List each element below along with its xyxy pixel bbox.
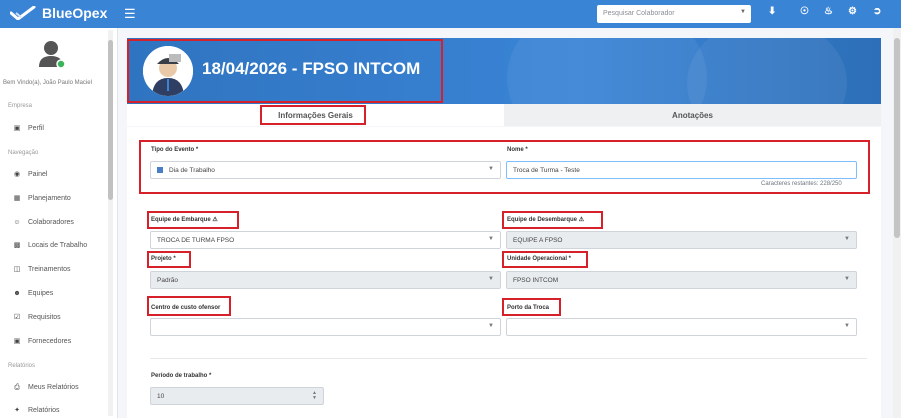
- periodo-stepper[interactable]: 10 ▲ ▼: [150, 387, 324, 405]
- section-navegacao: Navegação: [8, 150, 39, 156]
- sidebar-item-painel[interactable]: ◉ Painel: [13, 171, 48, 178]
- highlight-porto: [502, 298, 561, 316]
- chevron-down-icon: ▼: [844, 276, 850, 282]
- app-name: BlueOpex: [42, 5, 108, 21]
- headset-icon[interactable]: ☉: [800, 6, 809, 17]
- sidebar-item-label: Fornecedores: [28, 338, 72, 345]
- chevron-down-icon: ▼: [488, 323, 494, 329]
- chevron-down-icon: ▼: [488, 236, 494, 242]
- section-relatorios: Relatórios: [8, 363, 36, 369]
- tab-anotacoes[interactable]: Anotações: [504, 104, 881, 126]
- sidebar-item-label: Locais de Trabalho: [28, 242, 88, 249]
- sidebar-item-label: Meus Relatórios: [28, 384, 79, 391]
- sidebar-item-colaboradores[interactable]: ☺ Colaboradores: [13, 219, 74, 226]
- top-navbar: BlueOpex ☰ Pesquisar Colaborador ▼ ⬇ ☉ ♨…: [0, 0, 901, 28]
- chevron-down-icon: ▼: [488, 276, 494, 282]
- download-icon[interactable]: ⬇: [768, 6, 776, 17]
- highlight-banner: [127, 39, 443, 103]
- sidebar-item-label: Relatórios: [28, 407, 60, 414]
- sidebar-item-fornecedores[interactable]: ▣ Fornecedores: [13, 338, 72, 345]
- chevron-down-icon: ▼: [844, 236, 850, 242]
- section-empresa: Empresa: [8, 103, 33, 109]
- sidebar-scrollbar-thumb[interactable]: [108, 40, 113, 200]
- centro-custo-select[interactable]: ▼: [150, 318, 501, 336]
- chevron-down-icon: ▼: [740, 9, 746, 15]
- briefcase-icon: ▣: [13, 338, 21, 345]
- sidebar-item-planejamento[interactable]: ▦ Planejamento: [13, 195, 71, 202]
- printer-icon: ⎙: [14, 384, 20, 391]
- main-content: 18/04/2026 - FPSO INTCOM Informações Ger…: [118, 28, 893, 418]
- highlight-event-row: [139, 140, 870, 194]
- label-periodo: Período de trabalho *: [151, 373, 212, 379]
- checkbox-icon: ☑: [13, 314, 21, 321]
- highlight-tab: [260, 105, 366, 125]
- highlight-centro-custo: [147, 296, 231, 316]
- highlight-projeto: [147, 251, 191, 268]
- bell-icon[interactable]: ♨: [824, 6, 833, 17]
- sidebar-item-treinamentos[interactable]: ◫ Treinamentos: [13, 266, 71, 273]
- sidebar-item-label: Requisitos: [28, 314, 61, 321]
- periodo-value: 10: [157, 393, 165, 400]
- search-collaborator-select[interactable]: Pesquisar Colaborador ▼: [597, 5, 751, 23]
- user-avatar-icon: [39, 41, 66, 69]
- building-icon: ▩: [13, 242, 21, 249]
- highlight-unidade: [502, 251, 588, 268]
- unidade-select[interactable]: FPSO INTCOM ▼: [506, 271, 857, 289]
- logo-check-icon: [10, 6, 36, 20]
- projeto-value: Padrão: [157, 277, 178, 284]
- chevron-down-icon: ▼: [844, 323, 850, 329]
- sidebar-item-equipes[interactable]: ☻ Equipes: [13, 290, 53, 297]
- welcome-text: Bem Vindo(a), João Paulo Maciel: [3, 80, 92, 86]
- team-icon: ☻: [13, 290, 21, 297]
- users-icon: ☺: [13, 219, 21, 226]
- sidebar: Bem Vindo(a), João Paulo Maciel Empresa …: [0, 28, 118, 418]
- equipe-desembarque-select[interactable]: EQUIPE A FPSO ▼: [506, 231, 857, 249]
- sidebar-item-perfil[interactable]: ▣ Perfil: [13, 125, 44, 132]
- sidebar-item-relatorios[interactable]: ✦ Relatórios: [13, 407, 60, 414]
- main-scrollbar-thumb[interactable]: [894, 38, 900, 238]
- sidebar-item-locais[interactable]: ▩ Locais de Trabalho: [13, 242, 87, 249]
- stepper-arrows-icon[interactable]: ▲ ▼: [312, 391, 317, 401]
- sidebar-item-requisitos[interactable]: ☑ Requisitos: [13, 314, 61, 321]
- app-logo[interactable]: BlueOpex: [10, 5, 107, 21]
- menu-toggle-icon[interactable]: ☰: [124, 6, 136, 22]
- sidebar-item-label: Painel: [28, 171, 48, 178]
- chalkboard-icon: ◫: [13, 266, 21, 273]
- gear-icon[interactable]: ⚙: [848, 6, 857, 17]
- highlight-equipe-embarque: [147, 211, 239, 229]
- sidebar-item-label: Perfil: [28, 125, 44, 132]
- dashboard-icon: ◉: [13, 171, 21, 178]
- porto-select[interactable]: ▼: [506, 318, 857, 336]
- tab-label: Anotações: [672, 110, 713, 120]
- equipe-embarque-value: TROCA DE TURMA FPSO: [157, 237, 235, 244]
- sidebar-item-label: Colaboradores: [28, 219, 74, 226]
- logout-icon[interactable]: ➲: [873, 6, 881, 17]
- projeto-select[interactable]: Padrão ▼: [150, 271, 501, 289]
- sidebar-item-label: Equipes: [28, 290, 54, 297]
- tab-bar: Informações Gerais Anotações: [127, 104, 881, 126]
- briefcase-icon: ▣: [13, 125, 21, 132]
- sidebar-item-meus-relatorios[interactable]: ⎙ Meus Relatórios: [13, 384, 79, 391]
- sidebar-item-label: Treinamentos: [28, 266, 71, 273]
- unidade-value: FPSO INTCOM: [513, 277, 559, 284]
- highlight-equipe-desembarque: [502, 211, 603, 229]
- share-icon: ✦: [14, 407, 20, 414]
- divider: [150, 358, 867, 359]
- equipe-desembarque-value: EQUIPE A FPSO: [513, 237, 563, 244]
- calendar-icon: ▦: [13, 195, 21, 202]
- sidebar-item-label: Planejamento: [28, 195, 71, 202]
- search-placeholder: Pesquisar Colaborador: [603, 10, 675, 17]
- equipe-embarque-select[interactable]: TROCA DE TURMA FPSO ▼: [150, 231, 501, 249]
